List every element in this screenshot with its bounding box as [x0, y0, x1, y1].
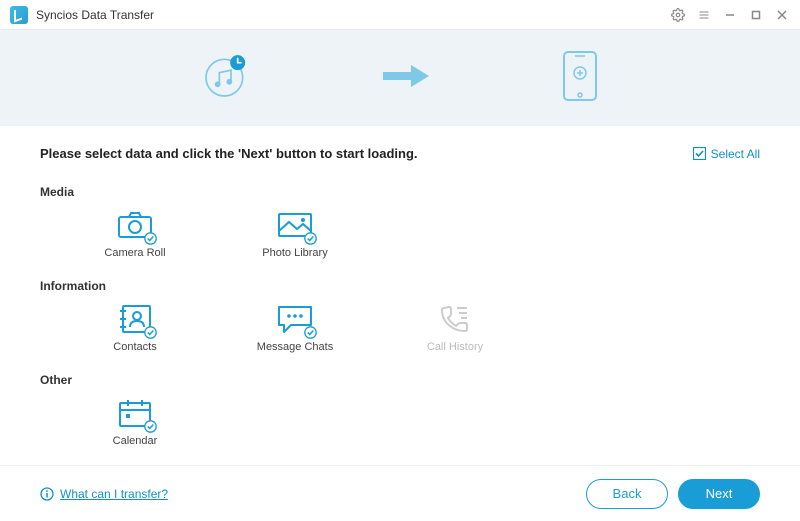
camera-roll-icon [117, 209, 153, 241]
back-button[interactable]: Back [586, 479, 668, 509]
menu-icon[interactable] [694, 5, 714, 25]
category-message-chats[interactable]: Message Chats [230, 303, 360, 353]
category-call-history: Call History [390, 303, 520, 353]
category-label: Call History [427, 341, 483, 353]
gear-icon[interactable] [668, 5, 688, 25]
arrow-right-icon [381, 61, 431, 96]
other-row: Calendar [70, 397, 760, 447]
instruction-text: Please select data and click the 'Next' … [40, 146, 418, 161]
category-label: Photo Library [262, 247, 327, 259]
category-label: Calendar [113, 435, 158, 447]
section-title-information: Information [40, 279, 760, 293]
media-row: Camera Roll Photo Library [70, 209, 760, 259]
message-chats-icon [277, 303, 313, 335]
category-photo-library[interactable]: Photo Library [230, 209, 360, 259]
maximize-button[interactable] [746, 5, 766, 25]
info-icon [40, 487, 54, 501]
category-calendar[interactable]: Calendar [70, 397, 200, 447]
section-title-other: Other [40, 373, 760, 387]
help-link-label: What can I transfer? [60, 487, 168, 501]
footer: What can I transfer? Back Next [0, 465, 800, 521]
category-label: Message Chats [257, 341, 333, 353]
calendar-icon [117, 397, 153, 429]
next-button[interactable]: Next [678, 479, 760, 509]
category-contacts[interactable]: Contacts [70, 303, 200, 353]
titlebar: Syncios Data Transfer [0, 0, 800, 30]
transfer-banner [0, 30, 800, 126]
minimize-button[interactable] [720, 5, 740, 25]
information-row: Contacts Message Chats Call History [70, 303, 760, 353]
section-title-media: Media [40, 185, 760, 199]
contacts-icon [117, 303, 153, 335]
close-button[interactable] [772, 5, 792, 25]
app-title: Syncios Data Transfer [36, 8, 154, 22]
category-label: Camera Roll [104, 247, 165, 259]
select-all-checkbox[interactable]: Select All [693, 147, 760, 161]
call-history-icon [437, 303, 473, 335]
category-label: Contacts [113, 341, 156, 353]
source-itunes-icon [201, 51, 251, 106]
main-content: Please select data and click the 'Next' … [0, 126, 800, 447]
target-phone-icon [561, 49, 599, 108]
photo-library-icon [277, 209, 313, 241]
category-camera-roll[interactable]: Camera Roll [70, 209, 200, 259]
select-all-label: Select All [711, 147, 760, 161]
app-logo [10, 6, 28, 24]
help-link[interactable]: What can I transfer? [40, 487, 168, 501]
